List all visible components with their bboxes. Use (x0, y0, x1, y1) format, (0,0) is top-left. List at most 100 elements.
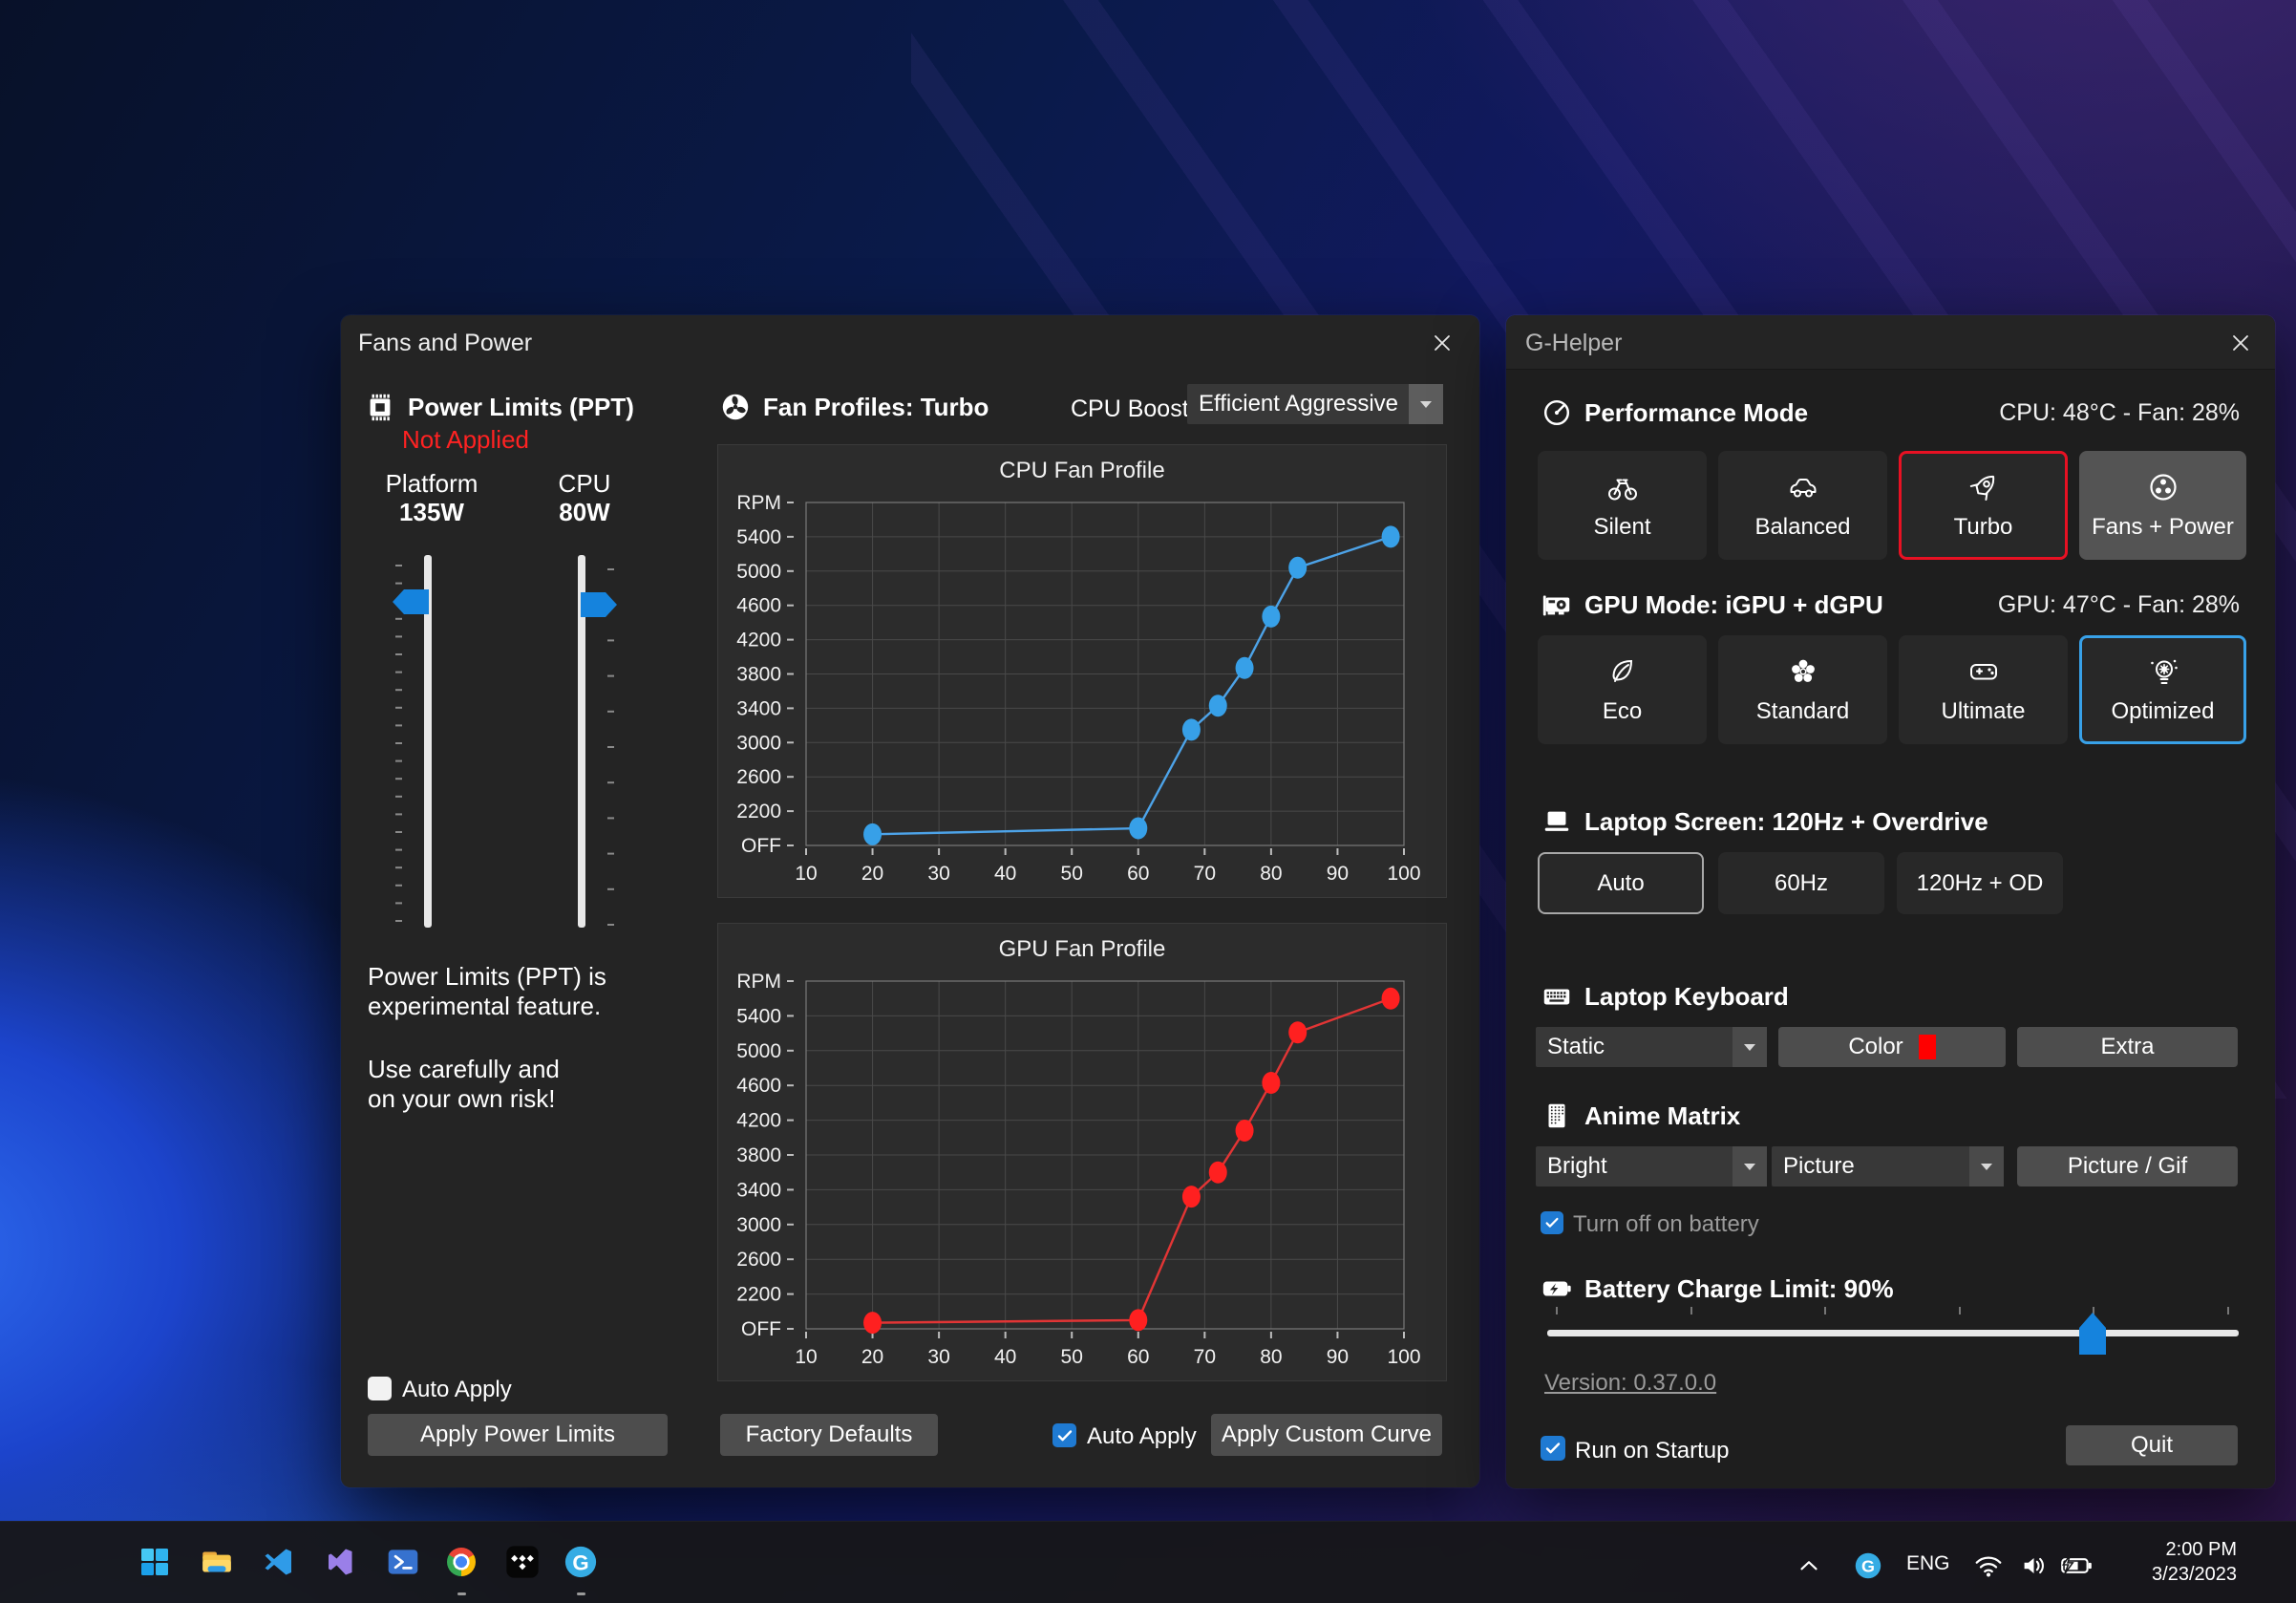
mode-button-balanced[interactable]: Balanced (1718, 451, 1887, 560)
ghelper-close-button[interactable] (2224, 327, 2257, 359)
bicycle-icon (1605, 470, 1641, 504)
powershell-icon[interactable] (382, 1541, 424, 1583)
cpu-power-slider[interactable] (534, 545, 629, 942)
keyboard-color-button[interactable]: Color (1778, 1027, 2006, 1067)
svg-text:80: 80 (1260, 863, 1282, 885)
ghelper-window: G-Helper Performance Mode CPU: 48°C - Fa… (1506, 315, 2275, 1488)
screen-button-120hz-od[interactable]: 120Hz + OD (1897, 852, 2063, 914)
gpu-mode-title: GPU Mode: iGPU + dGPU (1584, 590, 1883, 620)
visual-studio-icon[interactable] (320, 1541, 362, 1583)
lightbulb-gear-icon (2145, 654, 2181, 689)
check-icon (1543, 1214, 1561, 1231)
anime-battery-checkbox-label[interactable]: Turn off on battery (1573, 1211, 1759, 1238)
run-on-startup-label[interactable]: Run on Startup (1575, 1438, 1729, 1464)
svg-text:5400: 5400 (736, 526, 781, 548)
tray-chevron-up-icon[interactable] (1788, 1545, 1830, 1587)
svg-text:G: G (572, 1550, 588, 1574)
battery-slider-track[interactable] (1547, 1330, 2239, 1336)
svg-text:70: 70 (1194, 863, 1216, 885)
keyboard-extra-button[interactable]: Extra (2017, 1027, 2238, 1067)
run-on-startup-checkbox[interactable] (1541, 1436, 1565, 1461)
chevron-down-icon (1744, 1044, 1755, 1051)
clock-time: 2:00 PM (2152, 1537, 2237, 1562)
platform-slider-thumb[interactable] (393, 589, 429, 614)
ghelper-taskbar-icon[interactable]: G (560, 1541, 602, 1583)
fans-close-button[interactable] (1426, 327, 1458, 359)
anime-mode-select[interactable]: Picture (1772, 1146, 2004, 1186)
gpu-button-eco[interactable]: Eco (1538, 635, 1707, 744)
file-explorer-icon[interactable] (196, 1541, 238, 1583)
chrome-running-indicator (457, 1592, 466, 1595)
gpu-button-optimized[interactable]: Optimized (2079, 635, 2246, 744)
quit-button[interactable]: Quit (2066, 1425, 2238, 1465)
keyboard-mode-dropdown-arrow[interactable] (1733, 1027, 1767, 1067)
curve-auto-apply-label[interactable]: Auto Apply (1087, 1423, 1197, 1450)
mode-button-label: Balanced (1754, 514, 1850, 541)
svg-text:100: 100 (1387, 1346, 1420, 1368)
tidal-icon[interactable] (501, 1541, 543, 1583)
laptop-keyboard-header: Laptop Keyboard (1541, 979, 1789, 1014)
language-indicator[interactable]: ENG (1906, 1552, 1950, 1575)
anime-battery-checkbox[interactable] (1541, 1211, 1563, 1234)
performance-mode-title: Performance Mode (1584, 398, 1808, 428)
svg-text:RPM: RPM (736, 971, 781, 993)
clock-date: 3/23/2023 (2152, 1562, 2237, 1587)
power-auto-apply-checkbox[interactable] (368, 1377, 392, 1400)
svg-text:3000: 3000 (736, 732, 781, 754)
start-button[interactable] (134, 1541, 176, 1583)
chrome-icon[interactable] (440, 1541, 482, 1583)
cpu-boost-dropdown-arrow[interactable] (1409, 384, 1443, 424)
check-icon (1543, 1439, 1563, 1458)
cpu-boost-select[interactable]: Efficient Aggressive (1187, 384, 1443, 424)
cpu-slider-label: CPU (513, 469, 656, 499)
platform-power-slider[interactable] (380, 545, 476, 942)
svg-text:GPU Fan Profile: GPU Fan Profile (999, 936, 1166, 962)
power-auto-apply-label[interactable]: Auto Apply (402, 1377, 512, 1403)
screen-button-label: Auto (1597, 870, 1644, 897)
windows-logo-icon (138, 1545, 172, 1579)
svg-text:40: 40 (994, 863, 1016, 885)
vscode-icon[interactable] (258, 1541, 300, 1583)
screen-button-60hz[interactable]: 60Hz (1718, 852, 1884, 914)
curve-auto-apply-checkbox[interactable] (1052, 1423, 1076, 1447)
mode-button-silent[interactable]: Silent (1538, 451, 1707, 560)
platform-slider-ticks (395, 565, 402, 922)
warning-line-2: experimental feature. (368, 992, 601, 1021)
fan-profiles-title: Fan Profiles: Turbo (763, 393, 989, 422)
check-icon (1055, 1426, 1074, 1445)
keyboard-mode-select[interactable]: Static (1536, 1027, 1767, 1067)
apply-power-limits-button[interactable]: Apply Power Limits (368, 1414, 668, 1456)
anime-mode-dropdown-arrow[interactable] (1969, 1146, 2004, 1186)
anime-picture-gif-button[interactable]: Picture / Gif (2017, 1146, 2238, 1186)
battery-tray-icon[interactable] (2055, 1545, 2097, 1587)
gpu-card-icon (1541, 588, 1573, 621)
laptop-icon (1541, 805, 1573, 838)
screen-button-auto[interactable]: Auto (1538, 852, 1704, 914)
wifi-icon[interactable] (1967, 1545, 2009, 1587)
gpu-button-ultimate[interactable]: Ultimate (1899, 635, 2068, 744)
speaker-icon[interactable] (2013, 1545, 2055, 1587)
anime-brightness-select[interactable]: Bright (1536, 1146, 1767, 1186)
mode-button-label: Silent (1593, 514, 1650, 541)
cpu-fan-profile-chart[interactable]: CPU Fan ProfileRPM5400500046004200380034… (717, 444, 1447, 898)
svg-text:4600: 4600 (736, 1075, 781, 1097)
version-link[interactable]: Version: 0.37.0.0 (1544, 1370, 1716, 1397)
anime-brightness-dropdown-arrow[interactable] (1733, 1146, 1767, 1186)
laptop-screen-header: Laptop Screen: 120Hz + Overdrive (1541, 804, 2240, 839)
gpu-button-standard[interactable]: Standard (1718, 635, 1887, 744)
clock[interactable]: 2:00 PM 3/23/2023 (2152, 1537, 2237, 1587)
svg-text:3400: 3400 (736, 697, 781, 719)
mode-button-turbo[interactable]: Turbo (1899, 451, 2068, 560)
svg-text:60: 60 (1127, 1346, 1149, 1368)
gpu-fan-profile-chart[interactable]: GPU Fan ProfileRPM5400500046004200380034… (717, 923, 1447, 1381)
battery-slider-thumb[interactable] (2079, 1313, 2106, 1359)
ghelper-tray-icon[interactable]: G (1847, 1545, 1889, 1587)
mode-button-fans-power[interactable]: Fans + Power (2079, 451, 2246, 560)
svg-text:5400: 5400 (736, 1005, 781, 1027)
cpu-slider-thumb[interactable] (581, 592, 617, 617)
svg-text:90: 90 (1327, 863, 1349, 885)
svg-text:3400: 3400 (736, 1179, 781, 1201)
svg-text:60: 60 (1127, 863, 1149, 885)
factory-defaults-button[interactable]: Factory Defaults (720, 1414, 938, 1456)
apply-custom-curve-button[interactable]: Apply Custom Curve (1211, 1414, 1442, 1456)
